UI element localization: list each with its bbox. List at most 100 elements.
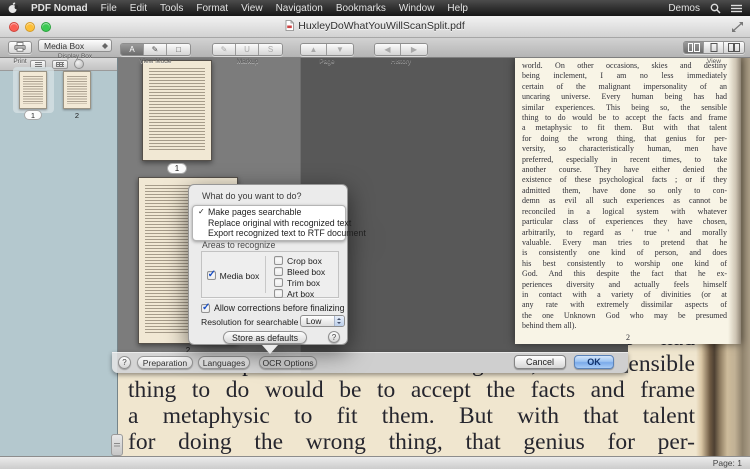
option-make-searchable[interactable]: ✓Make pages searchable [193, 207, 345, 218]
page-2-number-label: 2 [63, 111, 91, 120]
popover-tail [262, 345, 278, 354]
media-box-checkbox[interactable] [207, 271, 216, 280]
menu-item[interactable]: Navigation [276, 3, 323, 14]
media-box-checkbox-row[interactable]: Media box [202, 252, 264, 299]
page-text-line: the one Unknown God who may be presumed [522, 311, 727, 321]
print-button[interactable] [8, 41, 32, 54]
history-back-segment[interactable]: ◀ [375, 44, 401, 55]
toolbar: Print Media Box Display Box A ✎ □ View M… [0, 38, 750, 58]
group-box-divider [265, 256, 266, 293]
markup-pen-segment[interactable]: ✎ [213, 44, 236, 55]
apple-menu-icon[interactable] [8, 2, 18, 14]
view-mode-label: View Mode [120, 58, 191, 65]
cancel-button[interactable]: Cancel [514, 355, 566, 369]
zoomed-text-line: for doing the wrong thing, that genius f… [128, 430, 695, 456]
ok-button[interactable]: OK [574, 355, 614, 369]
area-checkbox-row[interactable]: Art box [274, 288, 325, 299]
sidebar-thumbnail-page-1[interactable] [19, 71, 47, 109]
history-forward-segment[interactable]: ▶ [401, 44, 427, 55]
page-text-line: valuable. Every man tries to pretend tha… [522, 238, 727, 248]
page-text-line: a metaphysic to fit them. But with that … [522, 123, 727, 133]
allow-corrections-row[interactable]: Allow corrections before finalizing [201, 303, 345, 313]
page-down-segment[interactable]: ▼ [327, 44, 353, 55]
languages-tab-button[interactable]: Languages [198, 356, 250, 369]
menu-item[interactable]: Tools [160, 3, 183, 14]
ocr-options-tab-button[interactable]: OCR Options [259, 356, 317, 369]
view-mode-annotate-segment[interactable]: ✎ [144, 44, 167, 55]
thumbnail-sidebar: 1 2 [0, 58, 118, 456]
area-checkbox[interactable] [274, 278, 283, 287]
thumbnail-grid-view-button[interactable] [52, 60, 68, 69]
zoomed-text-line: a metaphysic to fit them. But with that … [128, 404, 695, 430]
help-button[interactable]: ? [118, 356, 131, 369]
menu-item[interactable]: Help [447, 3, 468, 14]
area-checkbox-row[interactable]: Crop box [274, 255, 325, 266]
sidebar-thumbnail-page-2[interactable] [63, 71, 91, 109]
option-replace-original[interactable]: Replace original with recognized text [193, 218, 345, 229]
page-text-line: thing to do would be to accept the facts… [522, 113, 727, 123]
page-group: ▲ ▼ Page [300, 39, 354, 65]
page-folio: 2 [515, 333, 741, 342]
spotlight-search-icon[interactable] [710, 3, 721, 14]
preview-page-text: world. On other occasions, skies and des… [522, 61, 727, 332]
history-group: ◀ ▶ History [374, 39, 428, 65]
display-box-group: Media Box Display Box [38, 39, 112, 60]
display-box-label: Display Box [38, 53, 112, 60]
fullscreen-icon[interactable] [731, 21, 744, 33]
store-as-defaults-button[interactable]: Store as defaults [223, 331, 307, 344]
page-text-line: God. And this despite the fact that he e… [522, 269, 727, 279]
document-icon [285, 20, 294, 31]
menu-item[interactable]: View [241, 3, 263, 14]
page-up-segment[interactable]: ▲ [301, 44, 327, 55]
allow-corrections-checkbox[interactable] [201, 304, 210, 313]
page-text-line: particular class of experiences they hav… [522, 217, 727, 227]
menu-demos[interactable]: Demos [668, 3, 700, 14]
notification-center-icon[interactable] [731, 4, 742, 13]
page-1-number-badge: 1 [167, 163, 187, 174]
view-mode-box-segment[interactable]: □ [167, 44, 190, 55]
print-label: Print [8, 58, 32, 65]
page-text-line: demn as evil all such experiences as can… [522, 196, 727, 206]
area-checkbox[interactable] [274, 267, 283, 276]
area-checkbox[interactable] [274, 289, 283, 298]
view-mode-segmented: A ✎ □ [120, 43, 191, 56]
history-segmented: ◀ ▶ [374, 43, 428, 56]
menu-item[interactable]: Bookmarks [336, 3, 386, 14]
markup-segmented: ✎ U S [212, 43, 283, 56]
area-checkbox-list: Crop boxBleed boxTrim boxArt box [274, 255, 325, 299]
ocr-preview-area: world. On other occasions, skies and des… [300, 58, 628, 373]
area-checkbox-row[interactable]: Bleed box [274, 266, 325, 277]
view-mode-text-segment[interactable]: A [121, 44, 144, 55]
ocr-action-list: ✓Make pages searchable Replace original … [192, 205, 346, 241]
allow-corrections-label: Allow corrections before finalizing [214, 303, 345, 313]
view-segmented [683, 41, 745, 54]
menu-app-name[interactable]: PDF Nomad [31, 3, 88, 14]
option-export-rtf[interactable]: Export recognized text to RTF document [193, 228, 345, 239]
page-text-line: is consistently one kind of person, and … [522, 248, 727, 258]
grip-icon [114, 443, 120, 448]
popover-help-button[interactable]: ? [328, 331, 340, 343]
split-layout-icon [688, 43, 700, 52]
sidebar-options-button[interactable] [74, 59, 84, 69]
menu-item[interactable]: File [101, 3, 117, 14]
area-checkbox[interactable] [274, 256, 283, 265]
view-single-segment[interactable] [704, 42, 724, 53]
ocr-preview-thumbnail-page-1[interactable] [142, 60, 212, 161]
resolution-popup[interactable]: Low [300, 315, 345, 327]
page-segmented: ▲ ▼ [300, 43, 354, 56]
view-split-segment[interactable] [684, 42, 704, 53]
page-label: Page [300, 58, 354, 65]
menu-item[interactable]: Edit [130, 3, 147, 14]
markup-strike-segment[interactable]: S [259, 44, 282, 55]
menu-item[interactable]: Format [196, 3, 228, 14]
menu-item[interactable]: Window [399, 3, 435, 14]
view-spread-segment[interactable] [724, 42, 744, 53]
markup-underline-segment[interactable]: U [236, 44, 259, 55]
preparation-tab-button[interactable]: Preparation [137, 356, 193, 369]
scrollbar-thumb[interactable] [111, 434, 123, 456]
display-box-popup[interactable]: Media Box [38, 39, 112, 52]
page-text-line: preferred, especially in recent times, t… [522, 155, 727, 165]
page-text-line: for doing the wrong thing, that genius f… [522, 134, 727, 144]
page-text-line: his best consistently to worship one kin… [522, 259, 727, 269]
area-checkbox-row[interactable]: Trim box [274, 277, 325, 288]
